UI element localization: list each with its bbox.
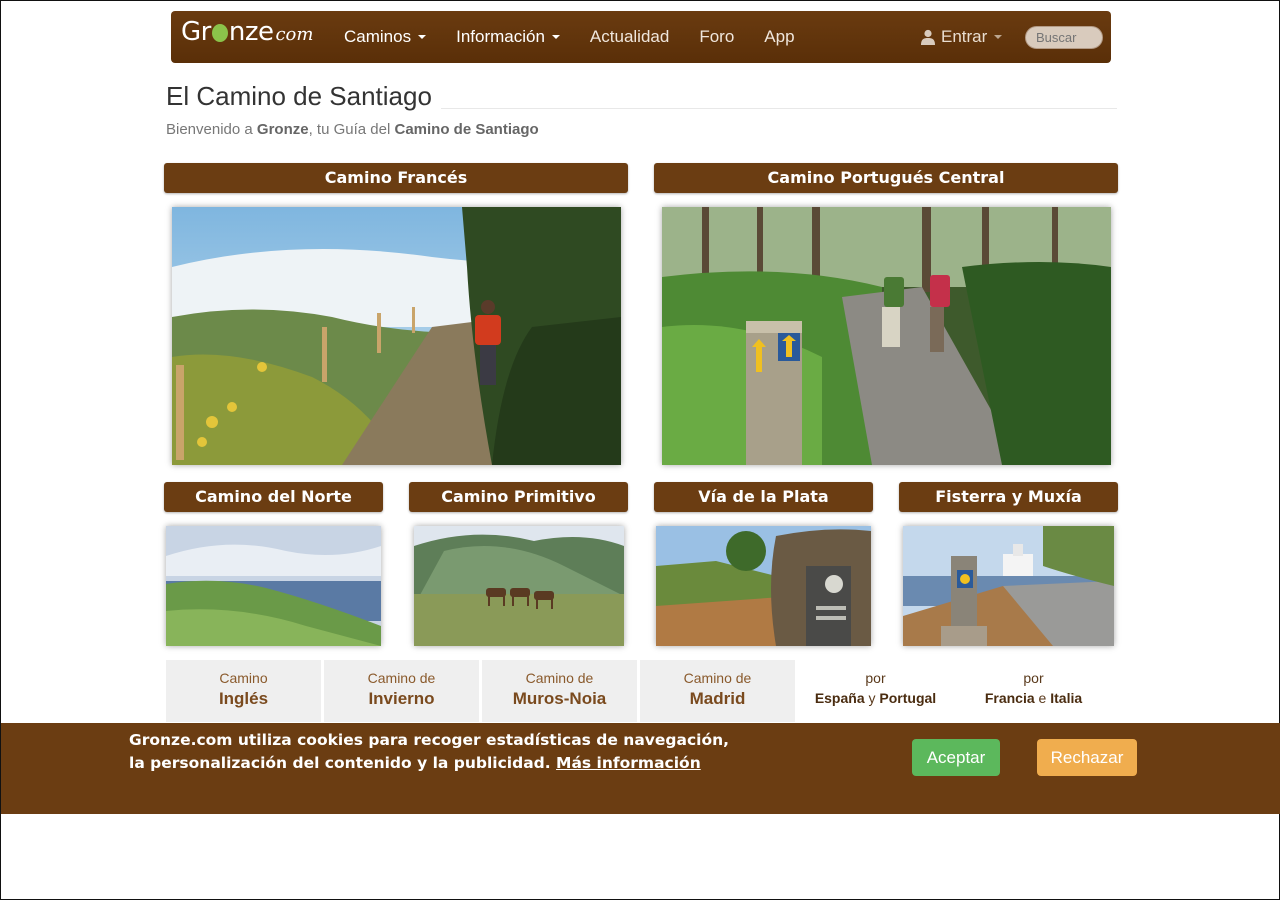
photo-forest-path-icon — [662, 207, 1111, 465]
region-espana-b: Portugal — [879, 690, 937, 706]
main-nav: Caminos Información Actualidad Foro App — [344, 11, 825, 63]
nav-informacion-label: Información — [456, 27, 545, 46]
photo-camino-norte[interactable] — [166, 526, 381, 646]
route-header-fisterra[interactable]: Fisterra y Muxía — [899, 482, 1118, 512]
nav-informacion[interactable]: Información — [456, 27, 560, 47]
photo-via-de-la-plata[interactable] — [656, 526, 871, 646]
cookie-line-1: Gronze.com utiliza cookies para recoger … — [129, 731, 730, 749]
route-link-ingles[interactable]: Camino Inglés — [166, 660, 321, 722]
region-francia-names: Francia e Italia — [956, 690, 1111, 706]
nav-caminos[interactable]: Caminos — [344, 27, 427, 47]
login-menu[interactable]: Entrar — [921, 11, 1003, 63]
photo-fisterra-muxia[interactable] — [903, 526, 1114, 646]
region-francia-b: Italia — [1050, 690, 1083, 706]
route-header-frances[interactable]: Camino Francés — [164, 163, 628, 193]
photo-camino-portugues[interactable] — [662, 207, 1111, 465]
title-divider — [441, 108, 1117, 109]
tree-icon — [211, 24, 228, 42]
route-link-muros-big: Muros-Noia — [512, 689, 607, 708]
region-francia-conj: e — [1038, 690, 1047, 706]
region-espana-small: por — [865, 670, 886, 686]
route-link-madrid-big: Madrid — [689, 689, 746, 708]
caret-down-icon — [551, 35, 560, 39]
user-icon — [921, 29, 935, 45]
nav-app-label: App — [764, 27, 795, 46]
cookie-message: Gronze.com utiliza cookies para recoger … — [129, 729, 769, 775]
caret-down-icon — [418, 35, 427, 39]
nav-foro[interactable]: Foro — [699, 27, 734, 47]
search-input[interactable] — [1025, 26, 1103, 49]
route-link-invierno-small: Camino de — [367, 670, 436, 686]
region-francia-a: Francia — [984, 690, 1035, 706]
caret-down-icon — [994, 35, 1003, 39]
reject-cookies-button[interactable]: Rechazar — [1037, 739, 1137, 776]
region-link-francia-italia[interactable]: por Francia e Italia — [956, 660, 1111, 722]
route-header-primitivo[interactable]: Camino Primitivo — [409, 482, 628, 512]
region-espana-conj: y — [868, 690, 876, 706]
route-link-ingles-big: Inglés — [218, 689, 269, 708]
photo-camino-frances[interactable] — [172, 207, 621, 465]
photo-camino-primitivo[interactable] — [414, 526, 624, 646]
page-subtitle: Bienvenido a Gronze, tu Guía del Camino … — [166, 121, 539, 138]
nav-foro-label: Foro — [699, 27, 735, 46]
login-label: Entrar — [941, 27, 988, 46]
cookie-banner: Gronze.com utiliza cookies para recoger … — [1, 723, 1280, 814]
route-link-invierno-big: Invierno — [368, 689, 435, 708]
route-header-norte[interactable]: Camino del Norte — [164, 482, 383, 512]
region-espana-names: España y Portugal — [798, 690, 953, 706]
photo-coastal-trail-icon — [172, 207, 621, 465]
navbar: Gr nze com Caminos Información Actualida… — [171, 11, 1111, 63]
subtitle-mid: , tu Guía del — [308, 121, 395, 138]
nav-actualidad-label: Actualidad — [589, 27, 670, 46]
logo-text-post: nze — [228, 17, 274, 47]
route-link-invierno[interactable]: Camino de Invierno — [324, 660, 479, 722]
route-header-plata[interactable]: Vía de la Plata — [654, 482, 873, 512]
nav-actualidad[interactable]: Actualidad — [590, 27, 669, 47]
photo-coast-hills-icon — [166, 526, 381, 646]
region-francia-small: por — [1023, 670, 1044, 686]
route-link-madrid[interactable]: Camino de Madrid — [640, 660, 795, 722]
photo-horses-mountain-icon — [414, 526, 624, 646]
nav-app[interactable]: App — [764, 27, 794, 47]
subtitle-bold: Camino de Santiago — [394, 121, 539, 138]
logo-text-com: com — [275, 24, 314, 45]
route-header-portugues[interactable]: Camino Portugués Central — [654, 163, 1118, 193]
accept-cookies-button[interactable]: Aceptar — [912, 739, 1000, 776]
site-logo[interactable]: Gr nze com — [181, 17, 313, 57]
region-link-espana-portugal[interactable]: por España y Portugal — [798, 660, 953, 722]
photo-stone-marker-icon — [656, 526, 871, 646]
subtitle-pre: Bienvenido a — [166, 121, 257, 138]
cookie-more-info-link[interactable]: Más información — [556, 754, 701, 772]
logo-text-pre: Gr — [181, 17, 211, 47]
subtitle-brand: Gronze — [256, 121, 309, 138]
cookie-line-2: la personalización del contenido y la pu… — [129, 754, 551, 772]
nav-caminos-label: Caminos — [344, 27, 412, 46]
photo-lighthouse-road-icon — [903, 526, 1114, 646]
route-link-muros-small: Camino de — [525, 670, 594, 686]
route-link-muros-noia[interactable]: Camino de Muros-Noia — [482, 660, 637, 722]
route-link-ingles-small: Camino — [219, 670, 268, 686]
region-espana-a: España — [814, 690, 865, 706]
route-link-madrid-small: Camino de — [683, 670, 752, 686]
page-title: El Camino de Santiago — [166, 81, 432, 111]
